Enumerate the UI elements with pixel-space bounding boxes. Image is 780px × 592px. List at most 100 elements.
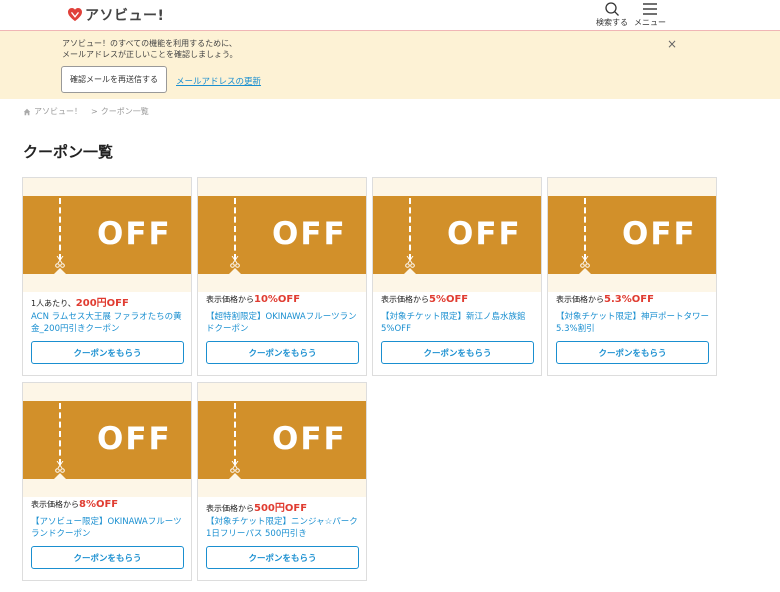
perforation-line	[59, 198, 61, 260]
perforation-line	[409, 198, 411, 260]
coupon-name-link[interactable]: 【対象チケット限定】新江ノ島水族館5%OFF	[381, 311, 536, 335]
get-coupon-button[interactable]: クーポンをもらう	[556, 341, 709, 364]
breadcrumb-current: クーポン一覧	[100, 107, 149, 116]
scissors-icon	[55, 461, 65, 473]
breadcrumb-home[interactable]: アソビュー！	[34, 106, 82, 117]
search-button[interactable]: 検索する	[596, 1, 628, 28]
get-coupon-button[interactable]: クーポンをもらう	[206, 341, 359, 364]
coupon-name-link[interactable]: ACN ラムセス大王展 ファラオたちの黄金_200円引きクーポン	[31, 311, 186, 335]
site-logo[interactable]: アソビュー!	[68, 5, 164, 25]
scissors-icon	[230, 256, 240, 268]
coupon-name-link[interactable]: 【アソビュー限定】OKINAWAフルーツランドクーポン	[31, 516, 186, 540]
discount-prefix: 表示価格から	[31, 500, 79, 509]
coupon-name-link[interactable]: 【対象チケット限定】神戸ポートタワー5.3%割引	[556, 311, 711, 335]
off-text: OFF	[97, 216, 172, 252]
discount-amount: 8%OFF	[79, 499, 119, 510]
perforation-line	[234, 403, 236, 465]
discount-prefix: 表示価格から	[381, 295, 429, 304]
ticket-top	[198, 178, 366, 196]
ticket-notch	[54, 268, 66, 274]
discount-amount: 5%OFF	[429, 294, 469, 305]
off-text: OFF	[622, 216, 697, 252]
discount-amount: 5.3%OFF	[604, 294, 654, 305]
notice-line-1: アソビュー！のすべての機能を利用するために、	[62, 39, 237, 48]
menu-button[interactable]: メニュー	[634, 1, 666, 28]
coupon-ticket: OFF	[23, 401, 191, 479]
ticket-notch	[54, 473, 66, 479]
ticket-top	[23, 178, 191, 196]
discount-text: 表示価格から10%OFF	[206, 294, 300, 305]
breadcrumb: アソビュー！ > クーポン一覧	[23, 106, 149, 117]
discount-prefix: 表示価格から	[206, 504, 254, 513]
discount-text: 1人あたり、200円OFF	[31, 294, 129, 309]
header: アソビュー! 検索する メニュー	[0, 0, 780, 31]
discount-amount: 10%OFF	[254, 294, 301, 305]
coupon-name-link[interactable]: 【対象チケット限定】ニンジャ☆パーク1日フリーパス 500円引き	[206, 516, 361, 540]
get-coupon-button[interactable]: クーポンをもらう	[206, 546, 359, 569]
get-coupon-button[interactable]: クーポンをもらう	[31, 341, 184, 364]
ticket-bottom	[198, 274, 366, 292]
coupon-name-link[interactable]: 【超特割限定】OKINAWAフルーツランドクーポン	[206, 311, 361, 335]
coupon-card: OFF 表示価格から5.3%OFF 【対象チケット限定】神戸ポートタワー5.3%…	[547, 177, 717, 376]
scissors-icon	[230, 461, 240, 473]
ticket-bottom	[198, 479, 366, 497]
ticket-top	[373, 178, 541, 196]
coupon-card: OFF 1人あたり、200円OFF ACN ラムセス大王展 ファラオたちの黄金_…	[22, 177, 192, 376]
coupon-card: OFF 表示価格から10%OFF 【超特割限定】OKINAWAフルーツランドクー…	[197, 177, 367, 376]
email-verification-notice: アソビュー！のすべての機能を利用するために、 メールアドレスが正しいことを確認し…	[0, 31, 780, 99]
ticket-top	[198, 383, 366, 401]
perforation-line	[234, 198, 236, 260]
notice-text: アソビュー！のすべての機能を利用するために、 メールアドレスが正しいことを確認し…	[62, 38, 238, 60]
ticket-bottom	[548, 274, 716, 292]
get-coupon-button[interactable]: クーポンをもらう	[31, 546, 184, 569]
discount-text: 表示価格から8%OFF	[31, 499, 118, 510]
ticket-notch	[404, 268, 416, 274]
scissors-icon	[405, 256, 415, 268]
ticket-bottom	[373, 274, 541, 292]
ticket-notch	[229, 268, 241, 274]
coupon-card: OFF 表示価格から8%OFF 【アソビュー限定】OKINAWAフルーツランドク…	[22, 382, 192, 581]
perforation-line	[584, 198, 586, 260]
get-coupon-button[interactable]: クーポンをもらう	[381, 341, 534, 364]
coupon-ticket: OFF	[23, 196, 191, 274]
ticket-notch	[579, 268, 591, 274]
coupon-ticket: OFF	[548, 196, 716, 274]
discount-text: 表示価格から500円OFF	[206, 499, 307, 514]
discount-amount: 200円OFF	[75, 298, 129, 309]
coupon-card: OFF 表示価格から5%OFF 【対象チケット限定】新江ノ島水族館5%OFF ク…	[372, 177, 542, 376]
menu-label: メニュー	[634, 18, 666, 27]
breadcrumb-separator: >	[91, 107, 98, 116]
logo-text: アソビュー!	[85, 8, 165, 24]
search-label: 検索する	[596, 18, 628, 27]
hamburger-menu-icon	[643, 3, 657, 15]
close-icon[interactable]: ×	[667, 37, 677, 51]
notice-line-2: メールアドレスが正しいことを確認しましょう。	[62, 50, 238, 59]
ticket-top	[548, 178, 716, 196]
discount-text: 表示価格から5.3%OFF	[556, 294, 654, 305]
coupon-grid: OFF 1人あたり、200円OFF ACN ラムセス大王展 ファラオたちの黄金_…	[22, 177, 717, 581]
update-email-link[interactable]: メールアドレスの更新	[176, 75, 261, 87]
perforation-line	[59, 403, 61, 465]
coupon-ticket: OFF	[373, 196, 541, 274]
discount-amount: 500円OFF	[254, 503, 308, 514]
off-text: OFF	[272, 216, 347, 252]
ticket-bottom	[23, 479, 191, 497]
discount-prefix: 表示価格から	[206, 295, 254, 304]
off-text: OFF	[272, 421, 347, 457]
page-title: クーポン一覧	[23, 143, 114, 161]
coupon-ticket: OFF	[198, 196, 366, 274]
resend-confirmation-button[interactable]: 確認メールを再送信する	[61, 66, 167, 93]
scissors-icon	[55, 256, 65, 268]
scissors-icon	[580, 256, 590, 268]
home-icon	[23, 108, 31, 115]
ticket-bottom	[23, 274, 191, 292]
off-text: OFF	[97, 421, 172, 457]
ticket-notch	[229, 473, 241, 479]
discount-prefix: 表示価格から	[556, 295, 604, 304]
search-icon	[605, 2, 619, 16]
coupon-ticket: OFF	[198, 401, 366, 479]
coupon-card: OFF 表示価格から500円OFF 【対象チケット限定】ニンジャ☆パーク1日フリ…	[197, 382, 367, 581]
ticket-top	[23, 383, 191, 401]
discount-prefix: 1人あたり、	[31, 299, 76, 308]
discount-text: 表示価格から5%OFF	[381, 294, 468, 305]
